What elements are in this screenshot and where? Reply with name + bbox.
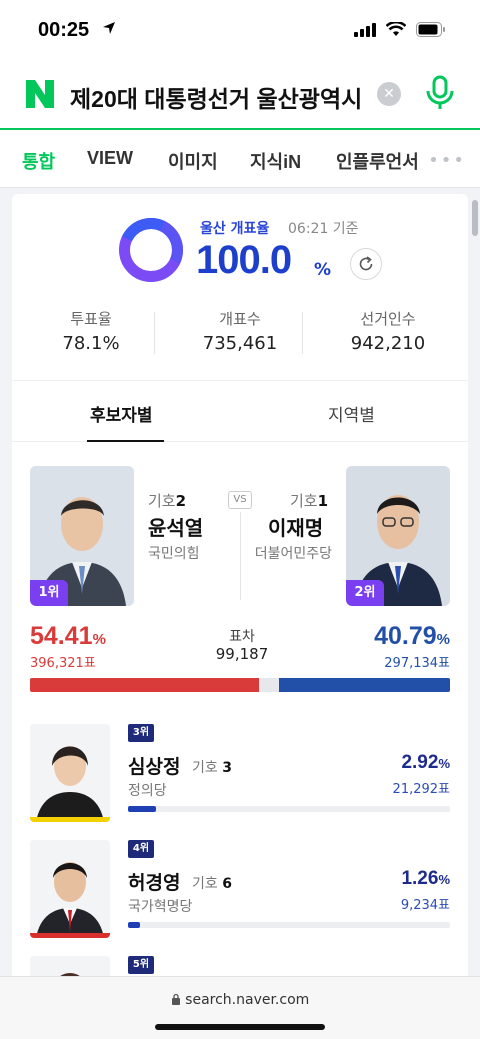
vote-bar-fill: [128, 806, 157, 812]
divider: [154, 312, 155, 354]
tab-by-region[interactable]: 지역별: [328, 401, 375, 426]
location-arrow-icon: [101, 20, 117, 40]
tab-view[interactable]: VIEW: [87, 148, 133, 169]
vote-share-bar: [30, 678, 450, 692]
result-sub-tabs: 후보자별 지역별: [12, 380, 468, 442]
minor-candidate-row[interactable]: 4위 허경영 기호 6 국가혁명당 1.26% 9,234표: [30, 840, 450, 940]
search-input[interactable]: 제20대 대통령선거 울산광역시: [70, 80, 366, 114]
rank-badge: 3위: [128, 724, 154, 742]
cellular-signal-icon: [354, 22, 376, 41]
vote-bar-left: [30, 678, 259, 692]
scrollbar[interactable]: [472, 200, 478, 236]
home-indicator[interactable]: [155, 1024, 325, 1030]
rank-badge: 5위: [128, 956, 154, 974]
count-progress-ring: [109, 208, 193, 292]
url-display[interactable]: search.naver.com: [0, 992, 480, 1008]
search-category-tabs: 통합 VIEW 이미지 지식iN 인플루언서 •••: [0, 130, 480, 188]
count-rate-value: 100.0: [196, 238, 292, 282]
active-tab-underline: [87, 440, 164, 442]
candidate-pct-right: 40.79%: [374, 622, 450, 650]
divider: [302, 312, 303, 354]
candidate-photo-yoon[interactable]: 1위: [30, 466, 134, 606]
candidate-votes: 21,292표: [392, 782, 450, 797]
count-time: 06:21 기준: [288, 221, 359, 237]
vote-share-bar: [128, 922, 450, 928]
candidate-party: 더불어민주당: [254, 546, 332, 562]
candidate-pct-left: 54.41%: [30, 622, 106, 650]
more-tabs-icon[interactable]: •••: [428, 150, 466, 171]
vote-bar-right: [278, 678, 450, 692]
wifi-icon: [385, 20, 407, 41]
candidate-pct: 2.92%: [401, 752, 450, 773]
candidate-votes-left: 396,321표: [30, 656, 96, 671]
count-rate-unit: %: [314, 260, 332, 280]
vote-bar-fill: [128, 922, 141, 928]
vote-share-bar: [128, 806, 450, 812]
candidate-photo-sim: [30, 724, 110, 822]
refresh-button[interactable]: [350, 248, 382, 280]
candidate-number: 기호2: [148, 492, 187, 510]
candidate-name[interactable]: 이재명: [268, 512, 323, 541]
stat-counted: 개표수 735,461: [202, 310, 278, 354]
candidate-name: 심상정: [128, 756, 181, 778]
candidate-photo-lee[interactable]: 2위: [346, 466, 450, 606]
vote-diff-label: 표차: [229, 629, 255, 645]
stat-turnout: 투표율 78.1%: [62, 310, 120, 354]
candidate-party: 국민의힘: [148, 546, 200, 562]
candidate-number: 기호 6: [192, 876, 232, 892]
candidate-party: 정의당: [128, 783, 167, 799]
candidate-number: 기호1: [290, 492, 329, 510]
count-label: 울산 개표율: [200, 221, 270, 237]
stat-electorate: 선거인수 942,210: [350, 310, 426, 354]
status-time: 00:25: [38, 19, 90, 41]
lock-icon: [171, 992, 185, 1008]
vs-badge: VS: [228, 491, 252, 509]
minor-candidate-row[interactable]: 3위 심상정 기호 3 정의당 2.92% 21,292표: [30, 724, 450, 824]
clear-search-button[interactable]: ✕: [377, 82, 401, 106]
tab-knowledge-in[interactable]: 지식iN: [250, 148, 301, 174]
candidate-party: 국가혁명당: [128, 899, 193, 915]
microphone-icon[interactable]: [425, 75, 455, 115]
naver-logo-icon[interactable]: [24, 78, 56, 110]
candidate-name: 허경영: [128, 872, 181, 894]
candidate-pct: 1.26%: [401, 868, 450, 889]
rank-badge: 2위: [346, 580, 384, 606]
search-bar: 제20대 대통령선거 울산광역시 ✕: [0, 58, 480, 130]
candidate-name[interactable]: 윤석열: [148, 512, 203, 541]
tab-all[interactable]: 통합: [22, 148, 55, 174]
browser-url-bar: search.naver.com: [0, 976, 480, 1039]
status-bar: 00:25: [0, 0, 480, 58]
candidate-votes: 9,234표: [400, 898, 450, 913]
rank-badge: 4위: [128, 840, 154, 858]
election-result-card: 울산 개표율 06:21 기준 100.0 % 투표율 78.1% 개표수 73…: [12, 194, 468, 996]
vote-diff-value: 99,187: [215, 645, 269, 663]
battery-icon: [416, 22, 446, 41]
divider: [240, 512, 241, 600]
candidate-photo-heo: [30, 840, 110, 938]
candidate-votes-right: 297,134표: [384, 656, 450, 671]
tab-images[interactable]: 이미지: [168, 148, 218, 174]
rank-badge: 1위: [30, 580, 68, 606]
status-icons: [354, 20, 446, 41]
tab-by-candidate[interactable]: 후보자별: [90, 401, 153, 426]
candidate-number: 기호 3: [192, 760, 232, 776]
tab-influencer[interactable]: 인플루언서: [336, 148, 420, 174]
url-text: search.naver.com: [185, 992, 310, 1008]
